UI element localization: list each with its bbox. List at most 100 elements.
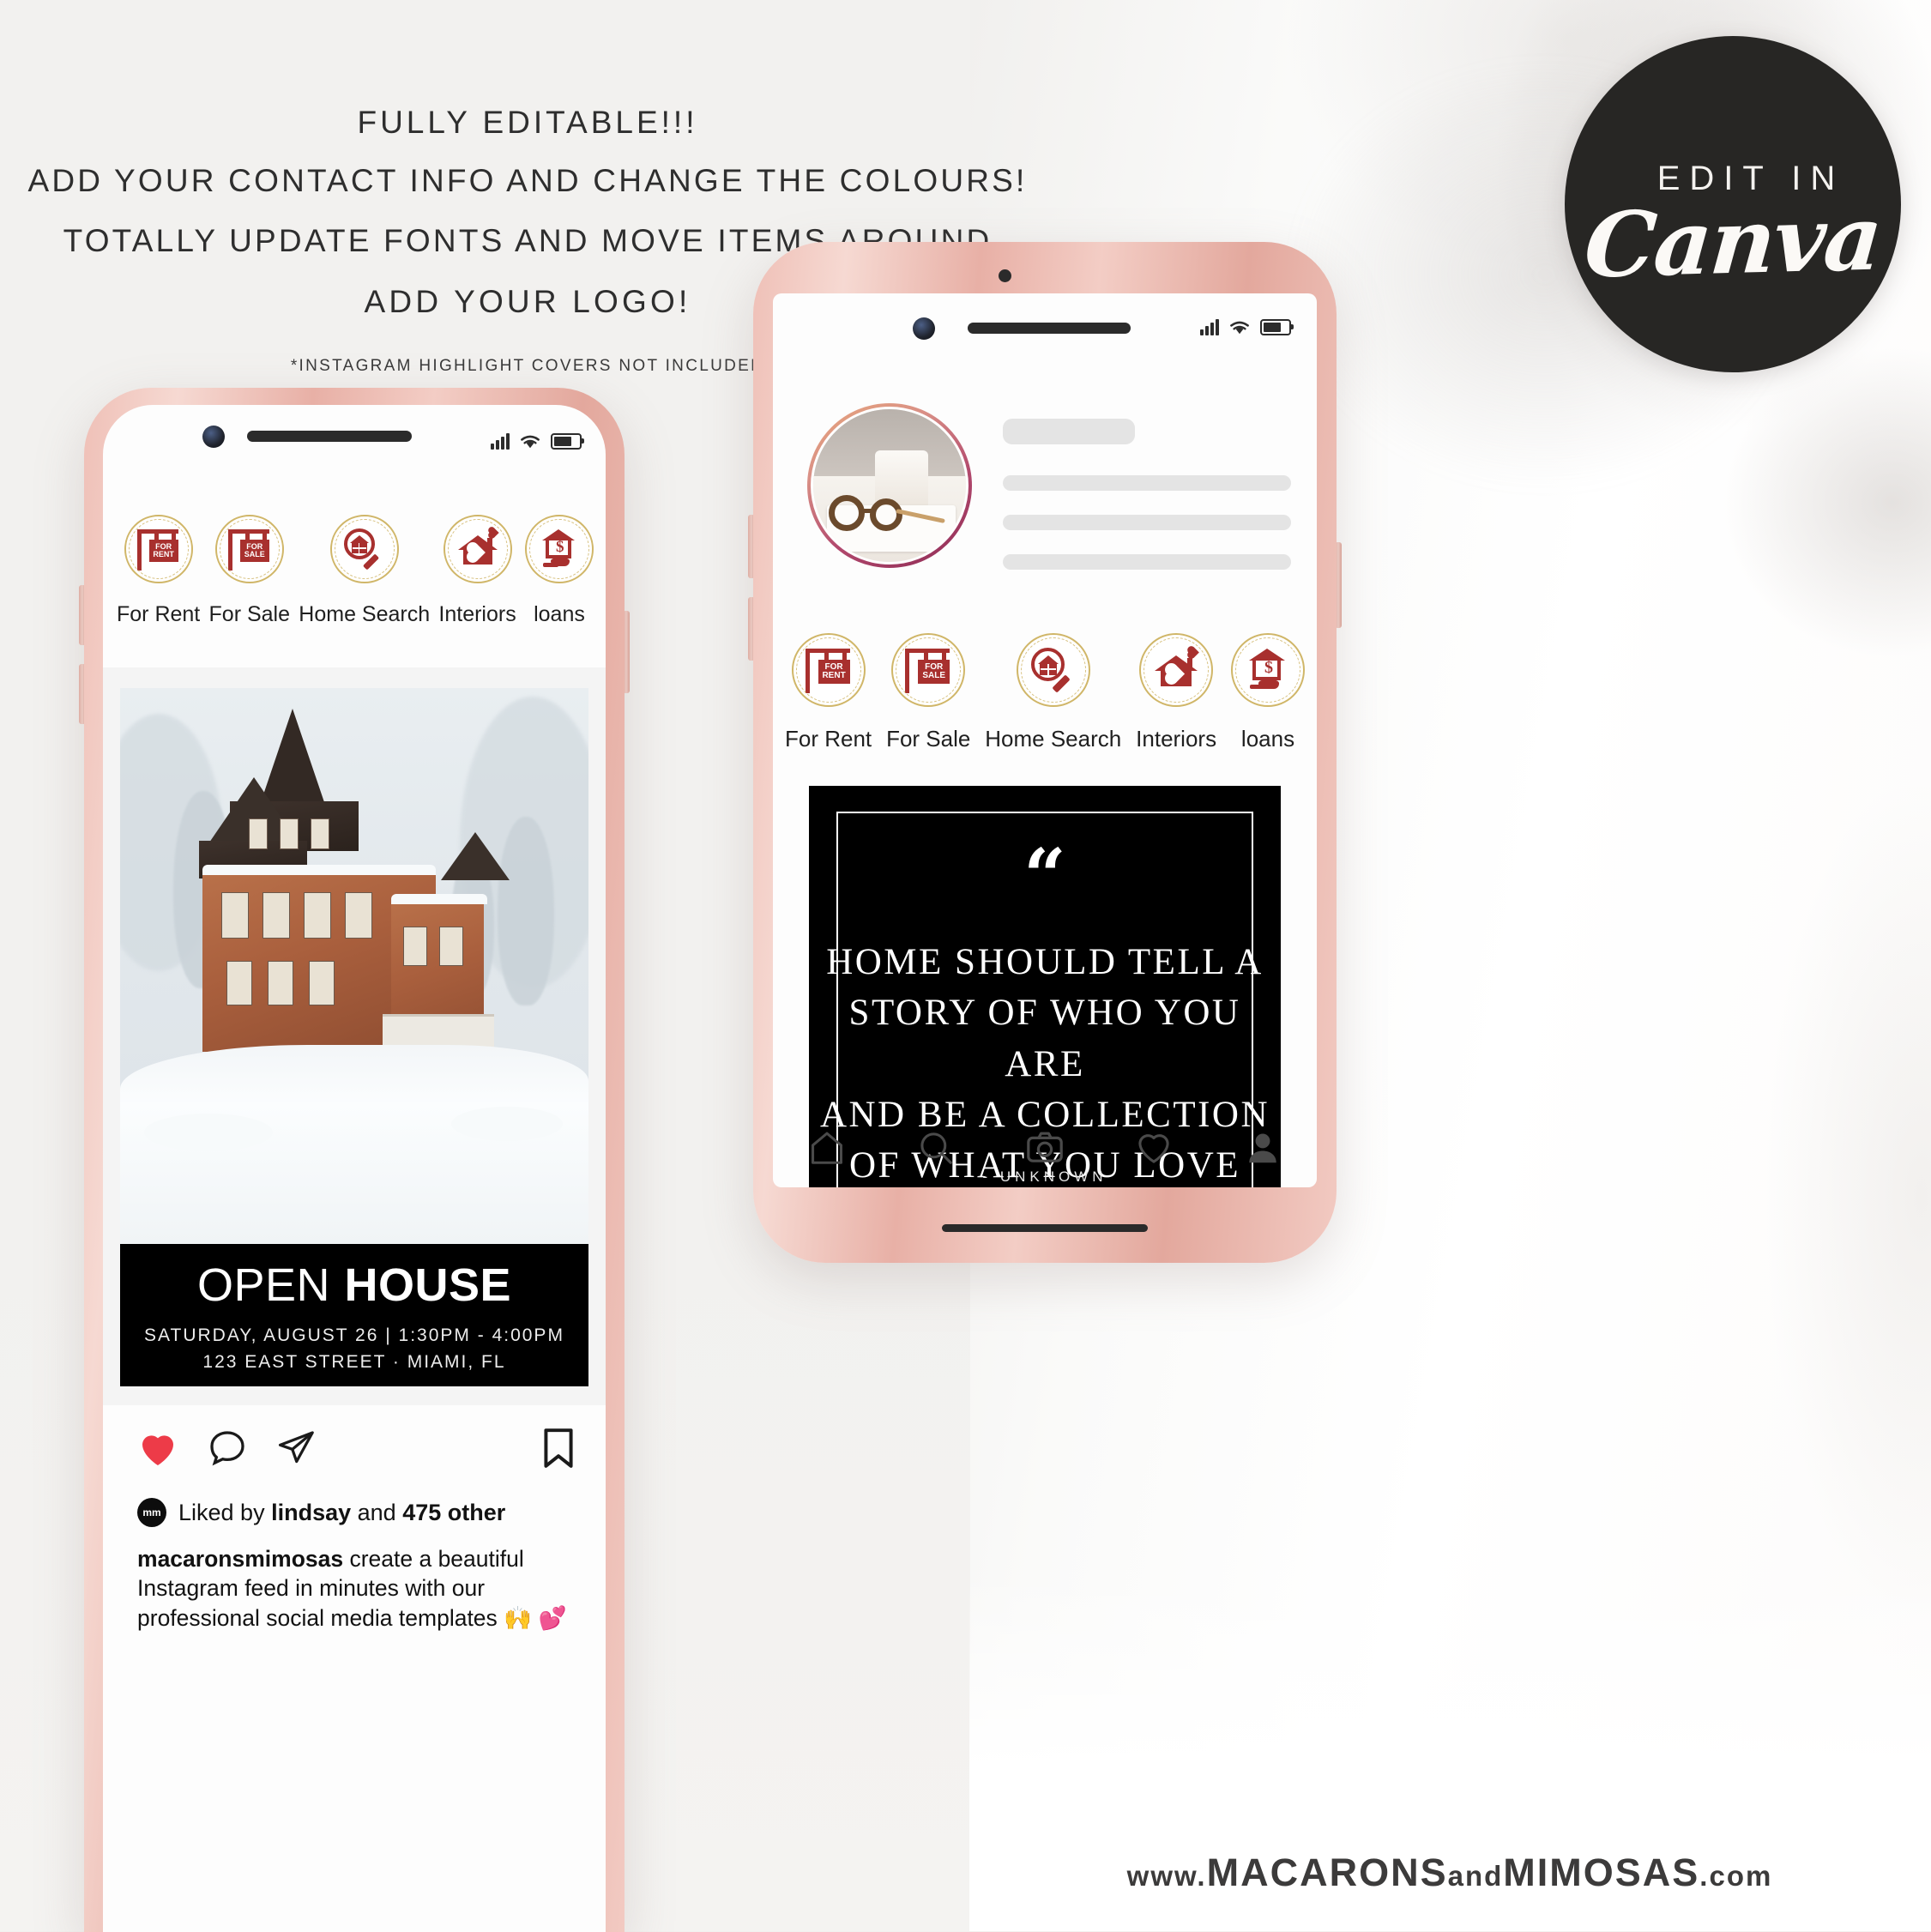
left-phone-front-camera bbox=[202, 426, 225, 448]
signal-bars-icon bbox=[491, 432, 510, 450]
highlight-ring: $ bbox=[1231, 633, 1305, 707]
highlight-ring: $ bbox=[524, 515, 594, 583]
highlight-loans[interactable]: $ loans bbox=[524, 515, 594, 627]
house-dollar-hand-icon: $ bbox=[1244, 646, 1292, 694]
left-phone-screen: FOR RENT For Rent FOR SALE For Sale Home… bbox=[103, 405, 606, 1932]
right-phone-proximity-sensor bbox=[999, 269, 1011, 282]
highlight-interiors[interactable]: Interiors bbox=[1136, 633, 1216, 752]
bottom-navbar bbox=[773, 1108, 1317, 1187]
for-rent-sign-icon: FOR RENT bbox=[805, 647, 852, 693]
open-house-banner: OPEN HOUSE SATURDAY, AUGUST 26 | 1:30PM … bbox=[120, 1244, 588, 1386]
highlight-home-search[interactable]: Home Search bbox=[985, 633, 1121, 752]
camera-icon[interactable] bbox=[1024, 1127, 1065, 1168]
battery-icon bbox=[551, 432, 582, 450]
highlight-label: For Sale bbox=[886, 726, 971, 752]
right-phone-earpiece-speaker bbox=[968, 323, 1131, 334]
caption-username[interactable]: macaronsmimosas bbox=[137, 1546, 343, 1572]
footer-website-url[interactable]: www.MACARONSandMIMOSAS.com bbox=[987, 1850, 1913, 1895]
left-phone-mockup: FOR RENT For Rent FOR SALE For Sale Home… bbox=[79, 388, 630, 1932]
headline-line-1: FULLY EDITABLE!!! bbox=[357, 105, 698, 140]
highlight-for-sale[interactable]: FOR SALE For Sale bbox=[886, 633, 970, 752]
quote-line-2: STORY OF WHO YOU ARE bbox=[848, 993, 1241, 1084]
home-icon[interactable] bbox=[807, 1128, 847, 1168]
highlight-label: Interiors bbox=[1136, 726, 1217, 752]
highlight-ring: FOR SALE bbox=[214, 515, 284, 583]
highlight-label: Home Search bbox=[299, 602, 431, 626]
highlight-home-search[interactable]: Home Search bbox=[299, 515, 430, 627]
for-rent-sign-icon: FOR RENT bbox=[136, 528, 180, 571]
feed-post-card: OPEN HOUSE SATURDAY, AUGUST 26 | 1:30PM … bbox=[103, 667, 606, 1405]
highlight-ring bbox=[1139, 633, 1214, 707]
liked-username[interactable]: lindsay bbox=[271, 1500, 351, 1525]
right-phone-screen: FOR RENT For Rent FOR SALE For Sale Home… bbox=[773, 293, 1317, 1187]
right-highlights-row: FOR RENT For Rent FOR SALE For Sale Home… bbox=[785, 633, 1305, 752]
right-phone-frame: FOR RENT For Rent FOR SALE For Sale Home… bbox=[753, 242, 1337, 1263]
highlight-label: loans bbox=[534, 602, 585, 626]
avatar bbox=[811, 407, 969, 565]
caption-text-row: macaronsmimosas create a beautiful Insta… bbox=[137, 1544, 576, 1633]
highlight-for-rent[interactable]: FOR RENT For Rent bbox=[785, 633, 872, 752]
highlight-ring bbox=[1016, 633, 1090, 707]
highlight-label: For Sale bbox=[208, 602, 291, 626]
canva-brand-wordmark: Canva bbox=[1580, 184, 1886, 299]
highlight-for-sale[interactable]: FOR SALE For Sale bbox=[209, 515, 290, 627]
profile-icon[interactable] bbox=[1243, 1128, 1282, 1168]
url-www: www. bbox=[1126, 1860, 1207, 1892]
heart-filled-icon[interactable] bbox=[137, 1429, 178, 1467]
banner-title-light: OPEN bbox=[196, 1259, 330, 1311]
avatar: mm bbox=[137, 1498, 166, 1527]
wifi-icon bbox=[1230, 321, 1249, 334]
highlight-label: Home Search bbox=[985, 726, 1122, 752]
post-photo-snowy-house bbox=[120, 688, 588, 1246]
url-macarons: MACARONS bbox=[1206, 1850, 1448, 1894]
house-dollar-hand-icon: $ bbox=[537, 527, 582, 571]
sign-line-2: RENT bbox=[822, 671, 846, 680]
highlight-ring: FOR RENT bbox=[124, 515, 193, 583]
right-phone-home-indicator[interactable] bbox=[942, 1224, 1148, 1232]
profile-bio-placeholder-1 bbox=[1003, 475, 1291, 491]
search-icon[interactable] bbox=[916, 1128, 956, 1168]
banner-date-time: SATURDAY, AUGUST 26 | 1:30PM - 4:00PM bbox=[144, 1325, 564, 1345]
profile-name-placeholder bbox=[1003, 419, 1135, 444]
highlight-interiors[interactable]: Interiors bbox=[438, 515, 516, 627]
highlight-ring bbox=[443, 515, 512, 583]
paper-plane-icon[interactable] bbox=[276, 1428, 316, 1468]
for-sale-sign-icon: FOR SALE bbox=[905, 647, 951, 693]
highlight-ring: FOR SALE bbox=[891, 633, 966, 707]
sign-line-2: RENT bbox=[153, 550, 174, 558]
signal-bars-icon bbox=[1200, 318, 1219, 335]
right-phone-body: FOR RENT For Rent FOR SALE For Sale Home… bbox=[753, 242, 1337, 1263]
left-highlights-row: FOR RENT For Rent FOR SALE For Sale Home… bbox=[117, 515, 594, 627]
house-magnifier-icon bbox=[342, 527, 387, 571]
bookmark-icon[interactable] bbox=[540, 1427, 576, 1470]
highlight-label: For Rent bbox=[117, 602, 201, 626]
url-mimosas: MIMOSAS bbox=[1503, 1850, 1700, 1894]
battery-icon bbox=[1260, 318, 1291, 335]
liked-by-text: Liked by lindsay and 475 other bbox=[178, 1500, 505, 1526]
profile-bio-placeholder-2 bbox=[1003, 515, 1291, 530]
right-phone-front-camera bbox=[913, 317, 935, 340]
comment-bubble-icon[interactable] bbox=[208, 1428, 247, 1468]
sign-line-1: FOR bbox=[155, 541, 172, 551]
liked-count: 475 other bbox=[402, 1499, 506, 1525]
edit-in-canva-badge[interactable]: EDIT IN Canva bbox=[1565, 36, 1901, 372]
highlight-ring bbox=[329, 515, 399, 583]
sign-line-1: FOR bbox=[824, 661, 843, 672]
highlight-label: loans bbox=[1240, 726, 1295, 752]
banner-title: OPEN HOUSE bbox=[197, 1259, 511, 1312]
profile-avatar-ring[interactable] bbox=[807, 403, 972, 568]
for-sale-sign-icon: FOR SALE bbox=[227, 528, 271, 571]
url-com: .com bbox=[1699, 1860, 1773, 1892]
highlight-loans[interactable]: $ loans bbox=[1231, 633, 1305, 752]
left-phone-earpiece-speaker bbox=[247, 431, 412, 442]
highlight-for-rent[interactable]: FOR RENT For Rent bbox=[117, 515, 200, 627]
left-phone-body: FOR RENT For Rent FOR SALE For Sale Home… bbox=[84, 388, 625, 1932]
highlight-label: For Rent bbox=[785, 726, 872, 752]
highlight-label: Interiors bbox=[438, 602, 516, 626]
profile-bio-placeholder-3 bbox=[1003, 554, 1291, 570]
quote-line-1: HOME SHOULD TELL A bbox=[826, 942, 1264, 982]
house-magnifier-icon bbox=[1029, 646, 1077, 694]
sign-line-2: SALE bbox=[922, 671, 946, 680]
headline-line-2: ADD YOUR CONTACT INFO AND CHANGE THE COL… bbox=[27, 163, 1028, 198]
heart-icon[interactable] bbox=[1134, 1128, 1174, 1168]
